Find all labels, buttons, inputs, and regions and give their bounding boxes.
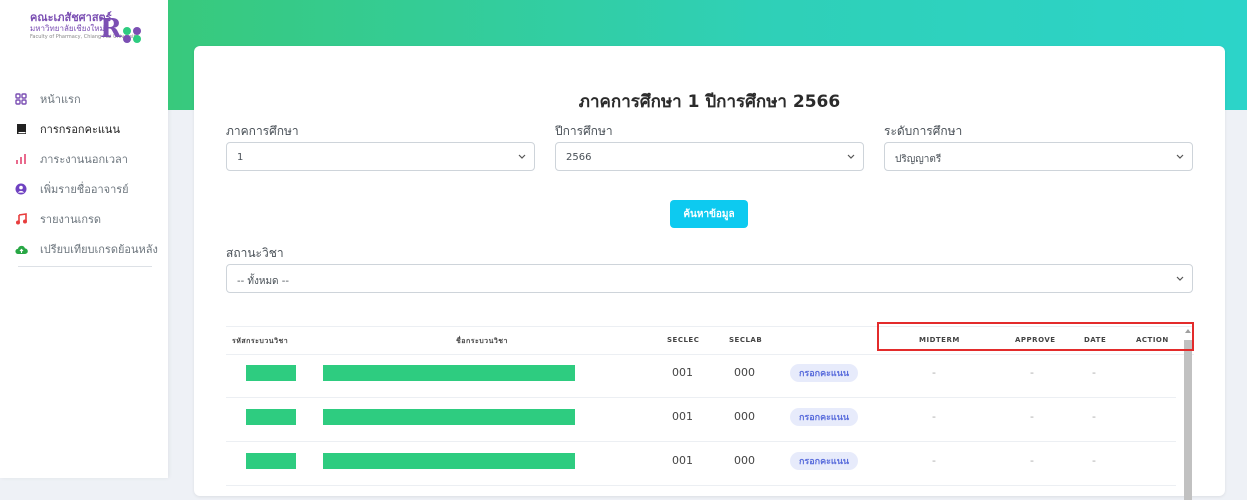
- year-select-value: 2566: [566, 152, 592, 163]
- status-label: สถานะวิชา: [226, 246, 284, 260]
- user-circle-icon: [14, 182, 28, 196]
- level-label: ระดับการศึกษา: [884, 124, 963, 138]
- scrollbar-thumb[interactable]: [1184, 340, 1192, 500]
- col-seclab: SECLAB: [729, 336, 763, 344]
- date-value: -: [1092, 454, 1096, 467]
- redacted-course-code: [246, 365, 296, 381]
- table-row: 001 000 กรอกคะแนน - - -: [226, 441, 1176, 486]
- sidebar-item-grade-compare[interactable]: เปรียบเทียบเกรดย้อนหลัง: [14, 234, 159, 264]
- redacted-course-code: [246, 453, 296, 469]
- status-select[interactable]: -- ทั้งหมด --: [226, 264, 1193, 293]
- sidebar-item-label: ภาระงานนอกเวลา: [40, 153, 128, 166]
- seclec-value: 001: [672, 454, 693, 467]
- seclab-value: 000: [734, 410, 755, 423]
- col-course-name: ชื่อกระบวนวิชา: [456, 337, 508, 345]
- redacted-course-name: [323, 409, 575, 425]
- sidebar-item-add-teacher[interactable]: เพิ่มรายชื่ออาจารย์: [14, 174, 159, 204]
- sidebar-item-grade-entry[interactable]: การกรอกคะแนน: [14, 114, 159, 144]
- midterm-value: -: [932, 410, 936, 423]
- chevron-down-icon: [847, 154, 855, 159]
- seclec-value: 001: [672, 410, 693, 423]
- dashboard-icon: [14, 92, 28, 106]
- col-course-code: รหัสกระบวนวิชา: [232, 337, 289, 345]
- approve-value: -: [1030, 410, 1034, 423]
- seclab-value: 000: [734, 454, 755, 467]
- year-label: ปีการศึกษา: [555, 124, 613, 138]
- date-value: -: [1092, 366, 1096, 379]
- page-title: ภาคการศึกษา 1 ปีการศึกษา 2566: [578, 92, 841, 112]
- table-row: 001 000 กรอกคะแนน - - -: [226, 353, 1176, 398]
- seclec-value: 001: [672, 366, 693, 379]
- semester-label: ภาคการศึกษา: [226, 124, 299, 138]
- sidebar-item-label: เปรียบเทียบเกรดย้อนหลัง: [40, 243, 158, 256]
- table-scrollbar[interactable]: [1182, 326, 1194, 500]
- approve-value: -: [1030, 454, 1034, 467]
- enter-grade-button[interactable]: กรอกคะแนน: [790, 452, 858, 470]
- level-select[interactable]: ปริญญาตรี: [884, 142, 1193, 171]
- chevron-down-icon: [1176, 276, 1184, 281]
- redacted-course-code: [246, 409, 296, 425]
- seclab-value: 000: [734, 366, 755, 379]
- bar-chart-icon: [14, 152, 28, 166]
- music-note-icon: [14, 212, 28, 226]
- annotation-highlight-box: [877, 322, 1194, 351]
- sidebar-nav: หน้าแรก การกรอกคะแนน ภาระงานนอกเวลา เพิ่…: [14, 84, 159, 264]
- sidebar: คณะเภสัชศาสตร์ มหาวิทยาลัยเชียงใหม่ Facu…: [0, 0, 168, 478]
- sidebar-item-grade-report[interactable]: รายงานเกรด: [14, 204, 159, 234]
- sidebar-item-label: เพิ่มรายชื่ออาจารย์: [40, 183, 129, 196]
- sidebar-item-label: การกรอกคะแนน: [40, 123, 120, 136]
- logo-letter: R: [100, 14, 122, 44]
- status-select-value: -- ทั้งหมด --: [237, 276, 289, 287]
- logo-dots-icon: [123, 27, 141, 43]
- enter-grade-button[interactable]: กรอกคะแนน: [790, 364, 858, 382]
- semester-select-value: 1: [237, 152, 244, 163]
- book-icon: [14, 122, 28, 136]
- approve-value: -: [1030, 366, 1034, 379]
- semester-select[interactable]: 1: [226, 142, 535, 171]
- enter-grade-button[interactable]: กรอกคะแนน: [790, 408, 858, 426]
- sidebar-item-label: รายงานเกรด: [40, 213, 102, 226]
- sidebar-item-home[interactable]: หน้าแรก: [14, 84, 159, 114]
- search-button[interactable]: ค้นหาข้อมูล: [670, 200, 748, 228]
- faculty-logo[interactable]: คณะเภสัชศาสตร์ มหาวิทยาลัยเชียงใหม่ Facu…: [30, 11, 141, 50]
- main-card: ภาคการศึกษา 1 ปีการศึกษา 2566 ภาคการศึกษ…: [194, 46, 1225, 500]
- sidebar-item-label: หน้าแรก: [40, 93, 81, 106]
- year-select[interactable]: 2566: [555, 142, 864, 171]
- col-seclec: SECLEC: [667, 336, 700, 344]
- table-row: 001 000 กรอกคะแนน - - -: [226, 397, 1176, 442]
- cloud-upload-icon: [14, 242, 28, 256]
- sidebar-divider: [18, 266, 152, 267]
- chevron-down-icon: [518, 154, 526, 159]
- sidebar-item-overtime[interactable]: ภาระงานนอกเวลา: [14, 144, 159, 174]
- redacted-course-name: [323, 453, 575, 469]
- redacted-course-name: [323, 365, 575, 381]
- midterm-value: -: [932, 454, 936, 467]
- logo-line-1: คณะเภสัชศาสตร์: [30, 11, 112, 24]
- date-value: -: [1092, 410, 1096, 423]
- chevron-down-icon: [1176, 154, 1184, 159]
- level-select-value: ปริญญาตรี: [895, 154, 942, 165]
- midterm-value: -: [932, 366, 936, 379]
